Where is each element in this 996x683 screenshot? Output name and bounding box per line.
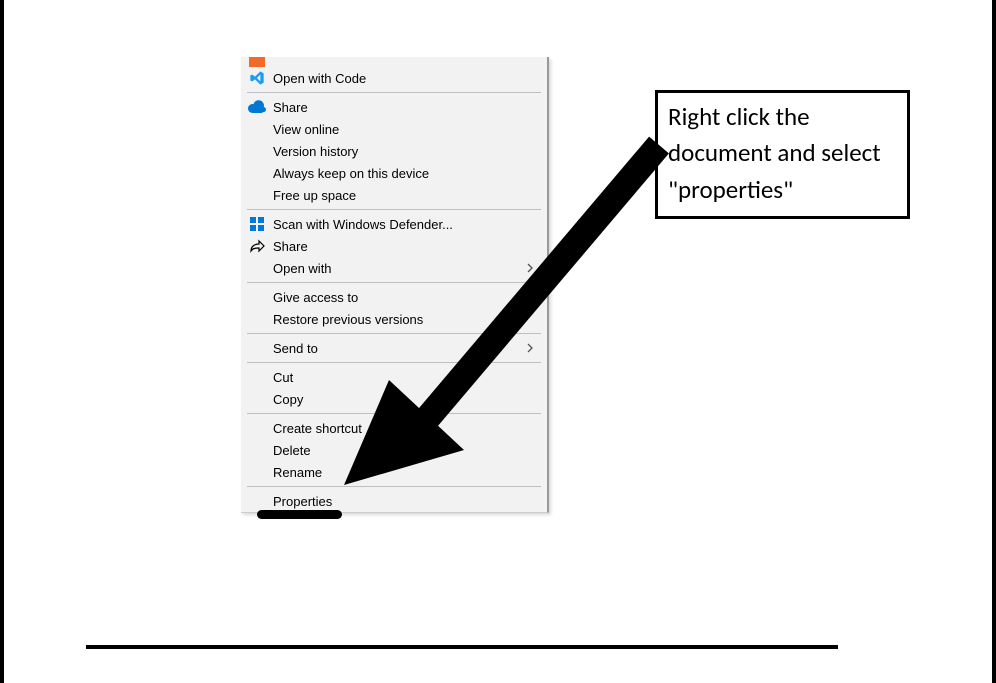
menu-item-label: Always keep on this device — [273, 166, 539, 181]
chevron-right-icon — [525, 292, 535, 302]
menu-item-label: Give access to — [273, 290, 525, 305]
vscode-icon — [248, 69, 266, 87]
menu-item-label: Send to — [273, 341, 525, 356]
menu-item-label: Version history — [273, 144, 539, 159]
menu-item-label: Cut — [273, 370, 539, 385]
menu-item-label: View online — [273, 122, 539, 137]
menu-item-open-with-code[interactable]: Open with Code — [241, 67, 547, 89]
chevron-right-icon — [525, 263, 535, 273]
menu-item-label: Open with Code — [273, 71, 539, 86]
menu-separator — [247, 362, 541, 363]
menu-separator — [247, 209, 541, 210]
menu-item-delete[interactable]: Delete — [241, 439, 547, 461]
menu-item-properties[interactable]: Properties — [241, 490, 547, 512]
menu-item-restore-versions[interactable]: Restore previous versions — [241, 308, 547, 330]
menu-item-free-up-space[interactable]: Free up space — [241, 184, 547, 206]
menu-item-label: Open with — [273, 261, 525, 276]
menu-item-rename[interactable]: Rename — [241, 461, 547, 483]
menu-item-view-online[interactable]: View online — [241, 118, 547, 140]
menu-item-open-with[interactable]: Open with — [241, 257, 547, 279]
menu-item-label: Create shortcut — [273, 421, 539, 436]
properties-highlight — [257, 510, 342, 519]
menu-item-label: Scan with Windows Defender... — [273, 217, 539, 232]
menu-item-label: Copy — [273, 392, 539, 407]
cloud-icon — [248, 98, 266, 116]
menu-separator — [247, 282, 541, 283]
menu-item-version-history[interactable]: Version history — [241, 140, 547, 162]
orange-icon — [248, 57, 266, 67]
menu-item-scan-defender[interactable]: Scan with Windows Defender... — [241, 213, 547, 235]
menu-item-label: Share — [273, 239, 539, 254]
menu-item-label: Restore previous versions — [273, 312, 539, 327]
share-arrow-icon — [248, 237, 266, 255]
menu-item-label: Free up space — [273, 188, 539, 203]
annotation-text: Right click the document and select "pro… — [668, 101, 881, 205]
menu-item-label: Properties — [273, 494, 539, 509]
menu-item-cut[interactable]: Cut — [241, 366, 547, 388]
context-menu: Open with Code Share View online Version… — [241, 57, 549, 513]
menu-separator — [247, 333, 541, 334]
menu-item-create-shortcut[interactable]: Create shortcut — [241, 417, 547, 439]
menu-separator — [247, 92, 541, 93]
menu-item-send-to[interactable]: Send to — [241, 337, 547, 359]
menu-item-label: Delete — [273, 443, 539, 458]
menu-separator — [247, 486, 541, 487]
page-divider — [86, 645, 838, 649]
menu-item-share-cloud[interactable]: Share — [241, 96, 547, 118]
chevron-right-icon — [525, 343, 535, 353]
menu-item-share-arrow[interactable]: Share — [241, 235, 547, 257]
menu-separator — [247, 413, 541, 414]
menu-item-give-access[interactable]: Give access to — [241, 286, 547, 308]
menu-item-label: Share — [273, 100, 539, 115]
annotation-callout: Right click the document and select "pro… — [655, 90, 910, 219]
menu-item-copy[interactable]: Copy — [241, 388, 547, 410]
menu-item-label: Rename — [273, 465, 539, 480]
menu-item-always-keep[interactable]: Always keep on this device — [241, 162, 547, 184]
defender-icon — [248, 215, 266, 233]
menu-item-cutoff[interactable] — [241, 57, 547, 67]
